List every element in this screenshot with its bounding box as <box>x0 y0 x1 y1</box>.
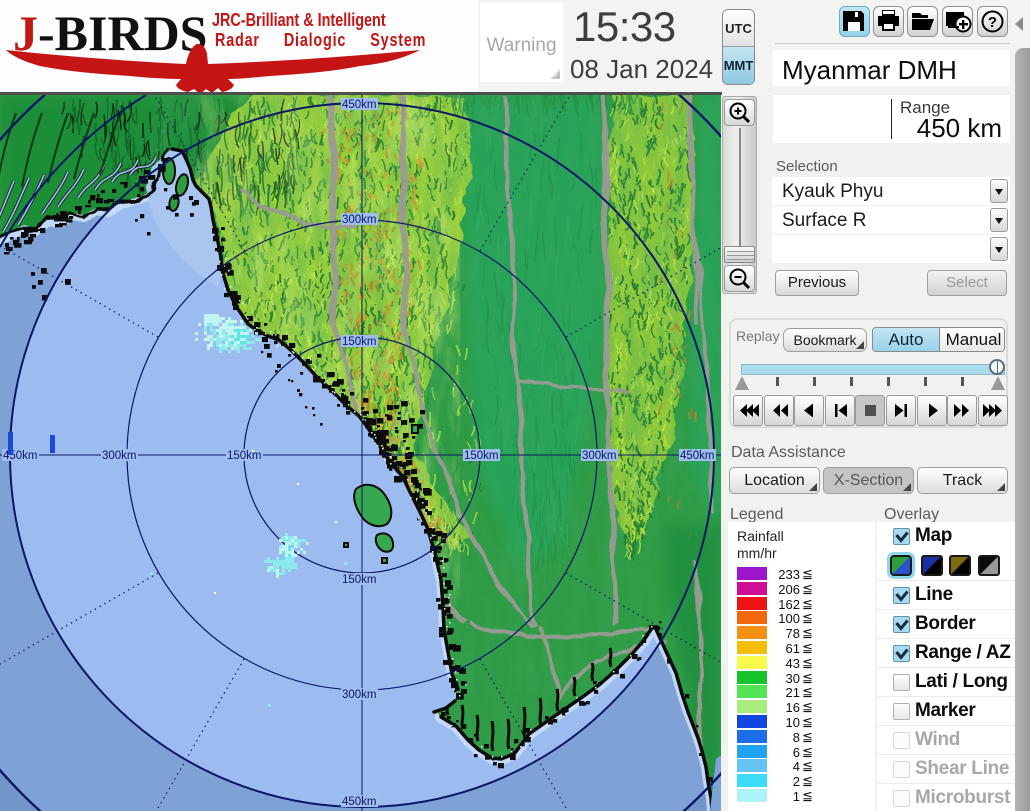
svg-text:300km: 300km <box>102 450 137 462</box>
svg-text:300km: 300km <box>342 214 377 226</box>
svg-text:300km: 300km <box>342 689 377 701</box>
svg-text:450km: 450km <box>680 450 715 462</box>
svg-text:150km: 150km <box>464 450 499 462</box>
svg-text:?: ? <box>988 14 997 31</box>
svg-text:450km: 450km <box>342 796 377 808</box>
svg-text:150km: 150km <box>227 450 262 462</box>
svg-text:150km: 150km <box>342 336 377 348</box>
svg-text:450km: 450km <box>342 99 377 111</box>
svg-text:300km: 300km <box>582 450 617 462</box>
svg-text:150km: 150km <box>342 574 377 586</box>
